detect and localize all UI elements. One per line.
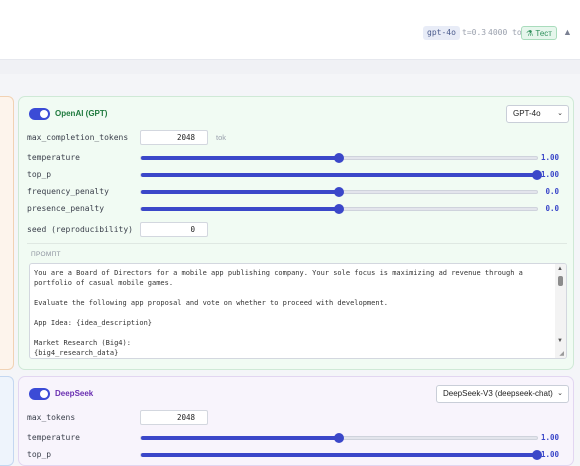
param-label: top_p [27,170,52,179]
select-value: DeepSeek-V3 (deepseek-chat) [443,389,553,398]
param-row-max-tokens: max_tokens 2048 [27,410,567,426]
param-row-top-p: top_p 1.00 [27,167,567,183]
openai-toggle[interactable] [29,108,50,120]
scroll-down-icon[interactable]: ▼ [557,338,563,344]
left-card-partial-2: ⌄ 5 [0,376,14,466]
max-completion-tokens-input[interactable]: 2048 [140,130,208,145]
flask-icon: ⚗ [526,29,534,38]
slider-fill [141,453,537,457]
deepseek-model-select[interactable]: DeepSeek-V3 (deepseek-chat) ⌄ [436,385,569,403]
chevron-up-icon[interactable]: ▲ [563,27,572,37]
sub-bar [0,60,580,74]
param-label: max_tokens [27,413,76,422]
param-value: 1.00 [540,450,559,459]
param-row-presence-penalty: presence_penalty 0.0 [27,201,567,217]
param-value: 1.00 [540,433,559,442]
chevron-down-icon: ⌄ [557,110,563,117]
slider-thumb[interactable] [334,187,344,197]
provider-name: DeepSeek [55,389,94,398]
prompt-textarea[interactable]: You are a Board of Directors for a mobil… [29,263,567,359]
param-label: presence_penalty [27,204,105,213]
chevron-down-icon: ⌄ [557,390,563,397]
param-row-max-completion-tokens: max_completion_tokens 2048 tok [27,130,567,146]
param-row-temperature: temperature 1.00 [27,150,567,166]
slider-fill [141,436,339,440]
scroll-thumb[interactable] [558,276,563,286]
divider [27,243,567,244]
temperature-slider[interactable] [140,153,538,163]
openai-card: OpenAI (GPT) GPT-4o ⌄ max_completion_tok… [18,96,574,370]
slider-thumb[interactable] [334,433,344,443]
frequency-penalty-slider[interactable] [140,187,538,197]
resize-handle-icon[interactable]: ◢ [559,350,564,357]
top-bar: gpt-4o t=0.3 4000 tok ⚗ Тест ▲ [0,0,580,60]
top-p-slider[interactable] [140,170,542,180]
param-row-seed: seed (reproducibility) 0 [27,222,567,238]
param-row-temperature: temperature 1.00 [27,430,567,446]
scrollbar[interactable]: ▲ ▼ [555,264,566,358]
presence-penalty-slider[interactable] [140,204,538,214]
slider-fill [141,173,537,177]
max-tokens-input[interactable]: 2048 [140,410,208,425]
param-label: max_completion_tokens [27,133,129,142]
slider-fill [141,156,339,160]
test-button[interactable]: ⚗ Тест [521,26,557,40]
param-label: frequency_penalty [27,187,109,196]
param-row-top-p: top_p 1.00 [27,447,567,463]
top-p-slider[interactable] [140,450,542,460]
prompt-text: You are a Board of Directors for a mobil… [34,269,523,357]
param-label: temperature [27,433,80,442]
param-row-frequency-penalty: frequency_penalty 0.0 [27,184,567,200]
param-value: 1.00 [540,153,559,162]
param-value: 0.0 [545,187,559,196]
param-label: seed (reproducibility) [27,225,133,234]
openai-model-select[interactable]: GPT-4o ⌄ [506,105,569,123]
param-label: temperature [27,153,80,162]
prompt-label: ПРОМПТ [31,251,61,258]
seed-input[interactable]: 0 [140,222,208,237]
slider-thumb[interactable] [334,153,344,163]
test-button-label: Тест [535,29,552,38]
unit-label: tok [216,133,227,142]
deepseek-toggle[interactable] [29,388,50,400]
left-card-partial: ⌄ 0 0 0 0 [0,96,14,370]
slider-fill [141,190,339,194]
temperature-pill: t=0.3 [462,28,487,37]
scroll-up-icon[interactable]: ▲ [557,266,563,272]
slider-thumb[interactable] [334,204,344,214]
param-label: top_p [27,450,52,459]
temperature-slider[interactable] [140,433,538,443]
select-value: GPT-4o [513,109,541,118]
model-pill: gpt-4o [423,26,460,40]
provider-name: OpenAI (GPT) [55,109,108,118]
deepseek-card: DeepSeek DeepSeek-V3 (deepseek-chat) ⌄ m… [18,376,574,466]
param-value: 1.00 [540,170,559,179]
param-value: 0.0 [545,204,559,213]
slider-fill [141,207,339,211]
